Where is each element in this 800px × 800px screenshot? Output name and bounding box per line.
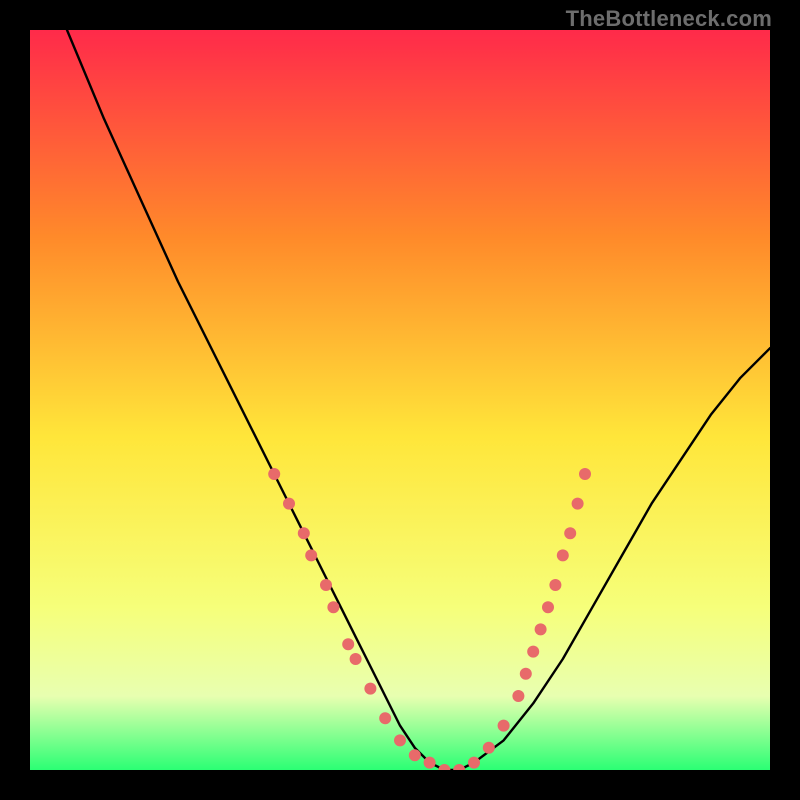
data-marker xyxy=(542,601,554,613)
data-marker xyxy=(512,690,524,702)
data-marker xyxy=(520,668,532,680)
data-marker xyxy=(468,757,480,769)
data-marker xyxy=(283,498,295,510)
data-marker xyxy=(535,623,547,635)
data-marker xyxy=(527,646,539,658)
data-marker xyxy=(327,601,339,613)
data-marker xyxy=(342,638,354,650)
data-marker xyxy=(564,527,576,539)
data-marker xyxy=(379,712,391,724)
data-marker xyxy=(298,527,310,539)
data-marker xyxy=(579,468,591,480)
data-marker xyxy=(549,579,561,591)
watermark-label: TheBottleneck.com xyxy=(566,6,772,32)
bottleneck-curve xyxy=(67,30,770,770)
data-marker xyxy=(424,757,436,769)
data-marker xyxy=(364,683,376,695)
curve-layer xyxy=(30,30,770,770)
data-marker xyxy=(350,653,362,665)
data-markers xyxy=(268,468,591,770)
data-marker xyxy=(557,549,569,561)
data-marker xyxy=(483,742,495,754)
data-marker xyxy=(394,734,406,746)
data-marker xyxy=(320,579,332,591)
data-marker xyxy=(305,549,317,561)
data-marker xyxy=(453,764,465,770)
chart-frame: TheBottleneck.com xyxy=(0,0,800,800)
data-marker xyxy=(438,764,450,770)
data-marker xyxy=(572,498,584,510)
data-marker xyxy=(268,468,280,480)
plot-area xyxy=(30,30,770,770)
data-marker xyxy=(409,749,421,761)
data-marker xyxy=(498,720,510,732)
